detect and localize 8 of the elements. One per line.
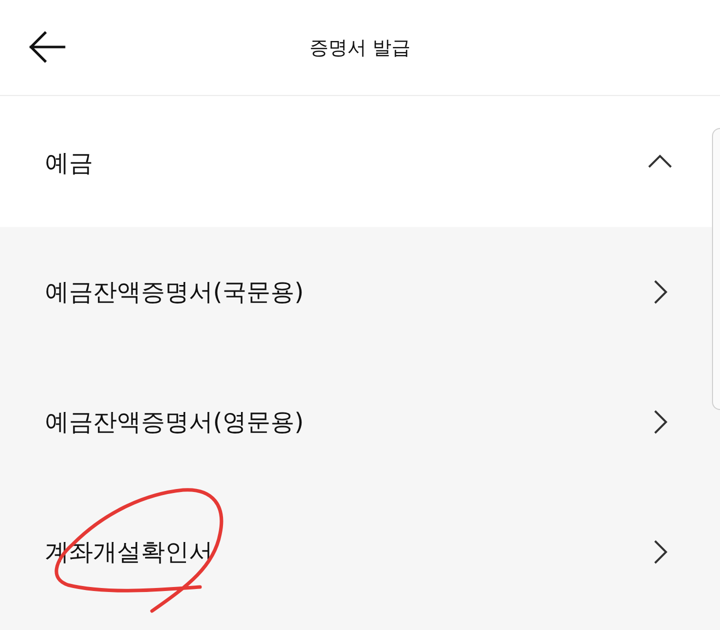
page-title: 증명서 발급 [309, 36, 411, 60]
chevron-right-icon [653, 539, 668, 565]
back-button[interactable] [28, 30, 66, 62]
list-item[interactable]: 예금잔액증명서(영문용) [0, 357, 712, 487]
list-item[interactable]: 예금잔액증명서(국문용) [0, 227, 712, 357]
chevron-right-icon [653, 279, 668, 305]
chevron-right-icon [653, 409, 668, 435]
back-arrow-icon [28, 30, 66, 62]
